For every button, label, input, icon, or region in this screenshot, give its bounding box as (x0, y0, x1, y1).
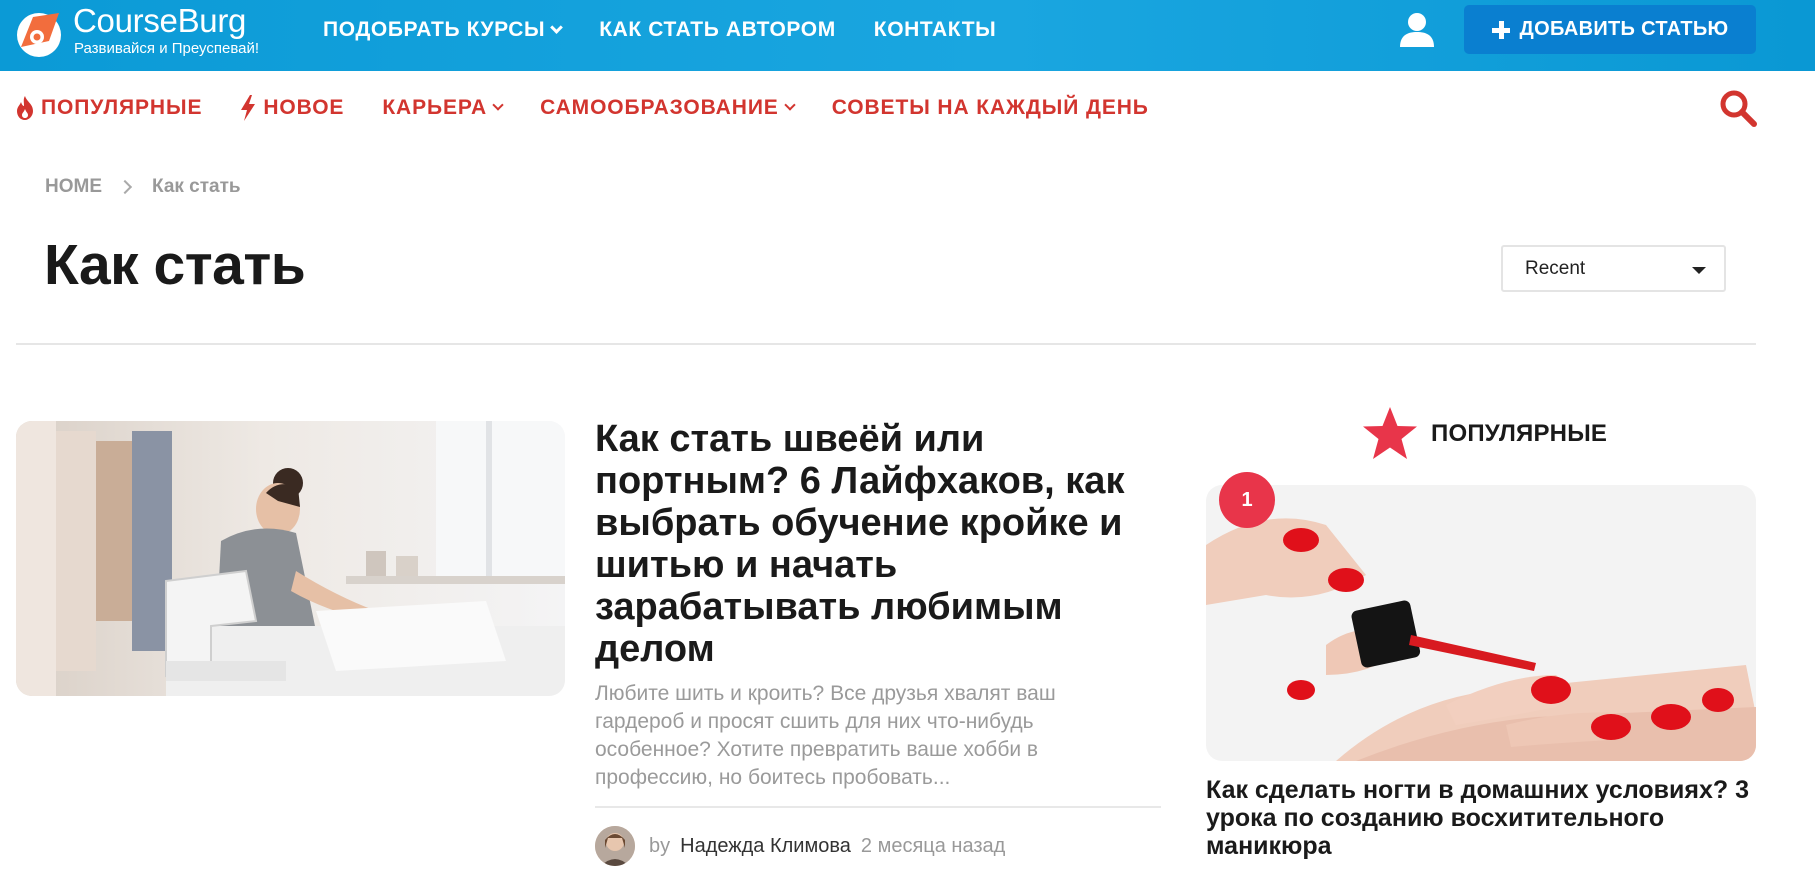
article-timestamp: 2 месяца назад (860, 834, 1006, 857)
logo-icon (17, 13, 61, 57)
chevron-down-icon (492, 99, 504, 111)
category-label: САМООБРАЗОВАНИЕ (540, 96, 779, 119)
plus-icon (1491, 20, 1510, 39)
popular-item-image[interactable] (1206, 485, 1756, 761)
chevron-down-icon (784, 99, 796, 111)
logo-name: CourseBurg (73, 2, 247, 39)
divider (16, 343, 1756, 345)
category-career[interactable]: КАРЬЕРА (382, 96, 504, 120)
breadcrumb-current: Как стать (152, 176, 241, 197)
popular-item-title[interactable]: Как сделать ногти в домашних условиях? 3… (1206, 776, 1766, 860)
user-icon[interactable] (1398, 12, 1436, 48)
sort-selected-value: Recent (1525, 257, 1586, 279)
article-title[interactable]: Как стать швеёй или портным? 6 Лайфхаков… (595, 418, 1135, 670)
sort-select[interactable]: Recent (1501, 245, 1726, 292)
category-label: КАРЬЕРА (382, 96, 488, 119)
breadcrumb-home[interactable]: HOME (45, 176, 102, 198)
article-image[interactable] (16, 421, 565, 696)
star-icon (1363, 407, 1417, 459)
add-article-button[interactable]: ДОБАВИТЬ СТАТЬЮ (1464, 5, 1756, 54)
category-daily-tips[interactable]: СОВЕТЫ НА КАЖДЫЙ ДЕНЬ (832, 96, 1149, 120)
category-new[interactable]: НОВОЕ (240, 95, 344, 121)
lightning-icon (241, 95, 256, 121)
author-avatar[interactable] (595, 826, 635, 866)
category-label: ПОПУЛЯРНЫЕ (41, 96, 203, 119)
nav-item-label: ПОДОБРАТЬ КУРСЫ (323, 18, 546, 41)
search-icon[interactable] (1718, 88, 1758, 128)
nav-item-label: КОНТАКТЫ (873, 18, 997, 41)
article-meta: by Надежда Климова 2 месяца назад (595, 826, 1005, 866)
category-nav: ПОПУЛЯРНЫЕ НОВОЕ КАРЬЕРА САМООБРАЗОВАНИЕ… (16, 88, 1149, 128)
category-label: СОВЕТЫ НА КАЖДЫЙ ДЕНЬ (831, 96, 1149, 119)
logo-tagline: Развивайся и Преуспевай! (74, 40, 260, 57)
breadcrumb: HOME Как стать (45, 176, 241, 198)
category-self-education[interactable]: САМООБРАЗОВАНИЕ (540, 96, 796, 120)
popular-heading-label: ПОПУЛЯРНЫЕ (1431, 420, 1608, 447)
nav-item-become-author[interactable]: КАК СТАТЬ АВТОРОМ (599, 18, 836, 42)
category-popular[interactable]: ПОПУЛЯРНЫЕ (16, 96, 202, 120)
top-header: CourseBurg Развивайся и Преуспевай! ПОДО… (0, 0, 1815, 71)
chevron-right-icon (117, 179, 133, 195)
article-excerpt: Любите шить и кроить? Все друзья хвалят … (595, 682, 1056, 789)
nav-item-contacts[interactable]: КОНТАКТЫ (874, 18, 997, 42)
caret-down-icon (1692, 267, 1706, 274)
page-title: Как стать (44, 233, 306, 297)
flame-icon (17, 96, 33, 120)
nav-item-label: КАК СТАТЬ АВТОРОМ (599, 18, 836, 41)
main-nav: ПОДОБРАТЬ КУРСЫ КАК СТАТЬ АВТОРОМ КОНТАК… (323, 0, 996, 60)
chevron-down-icon (550, 20, 564, 34)
sewing-photo (16, 421, 565, 696)
add-article-label: ДОБАВИТЬ СТАТЬЮ (1519, 18, 1729, 40)
site-logo[interactable]: CourseBurg Развивайся и Преуспевай! (15, 2, 265, 64)
nav-item-courses[interactable]: ПОДОБРАТЬ КУРСЫ (323, 18, 564, 42)
author-by-label: by (649, 834, 671, 857)
popular-widget-heading: ПОПУЛЯРНЫЕ (1361, 405, 1607, 463)
category-label: НОВОЕ (263, 96, 345, 119)
avatar-image (595, 826, 635, 866)
rank-badge: 1 (1219, 472, 1275, 528)
manicure-photo (1206, 485, 1756, 761)
article-divider (595, 806, 1161, 808)
author-name[interactable]: Надежда Климова (680, 835, 851, 858)
